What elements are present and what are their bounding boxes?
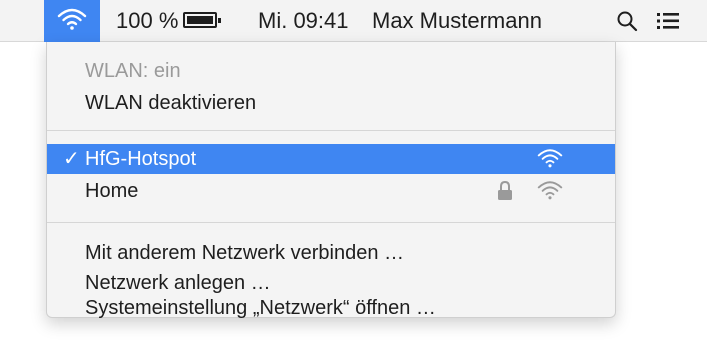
wifi-signal-icon: [537, 147, 563, 178]
wifi-status-item: WLAN: ein: [47, 56, 615, 86]
wifi-status-label: WLAN: ein: [85, 60, 181, 82]
create-network-item[interactable]: Netzwerk anlegen …: [47, 268, 615, 298]
menu-separator: [47, 222, 615, 223]
spotlight-search-icon[interactable]: [612, 6, 642, 36]
wifi-toggle-label: WLAN deaktivieren: [85, 92, 257, 114]
network-name: HfG-Hotspot: [85, 148, 197, 170]
notification-center-icon[interactable]: [653, 6, 683, 36]
network-item-home[interactable]: Home: [47, 176, 615, 206]
wifi-toggle-item[interactable]: WLAN deaktivieren: [47, 88, 615, 118]
join-other-network-item[interactable]: Mit anderem Netzwerk verbinden …: [47, 238, 615, 268]
menu-bar: 100 % Mi. 09:41 Max Mustermann: [0, 0, 707, 42]
lock-icon: [497, 180, 513, 211]
open-network-preferences-item[interactable]: Systemeinstellung „Netzwerk“ öffnen …: [47, 298, 615, 318]
checkmark-icon: ✓: [63, 148, 80, 170]
network-item-hfg-hotspot[interactable]: ✓ HfG-Hotspot: [47, 144, 615, 174]
menu-item-label: Systemeinstellung „Netzwerk“ öffnen …: [85, 297, 436, 319]
menubar-user-name[interactable]: Max Mustermann: [372, 8, 542, 34]
menu-item-label: Netzwerk anlegen …: [85, 272, 271, 294]
wifi-menu-button[interactable]: [44, 0, 100, 42]
menubar-clock[interactable]: Mi. 09:41: [258, 8, 349, 34]
menu-separator: [47, 130, 615, 131]
battery-icon[interactable]: [183, 12, 221, 28]
wifi-dropdown-menu: WLAN: ein WLAN deaktivieren ✓ HfG-Hotspo…: [46, 42, 616, 318]
menu-item-label: Mit anderem Netzwerk verbinden …: [85, 242, 405, 264]
battery-percentage: 100 %: [116, 8, 179, 33]
network-name: Home: [85, 180, 139, 202]
wifi-signal-icon: [537, 179, 563, 210]
wifi-icon: [57, 7, 87, 36]
